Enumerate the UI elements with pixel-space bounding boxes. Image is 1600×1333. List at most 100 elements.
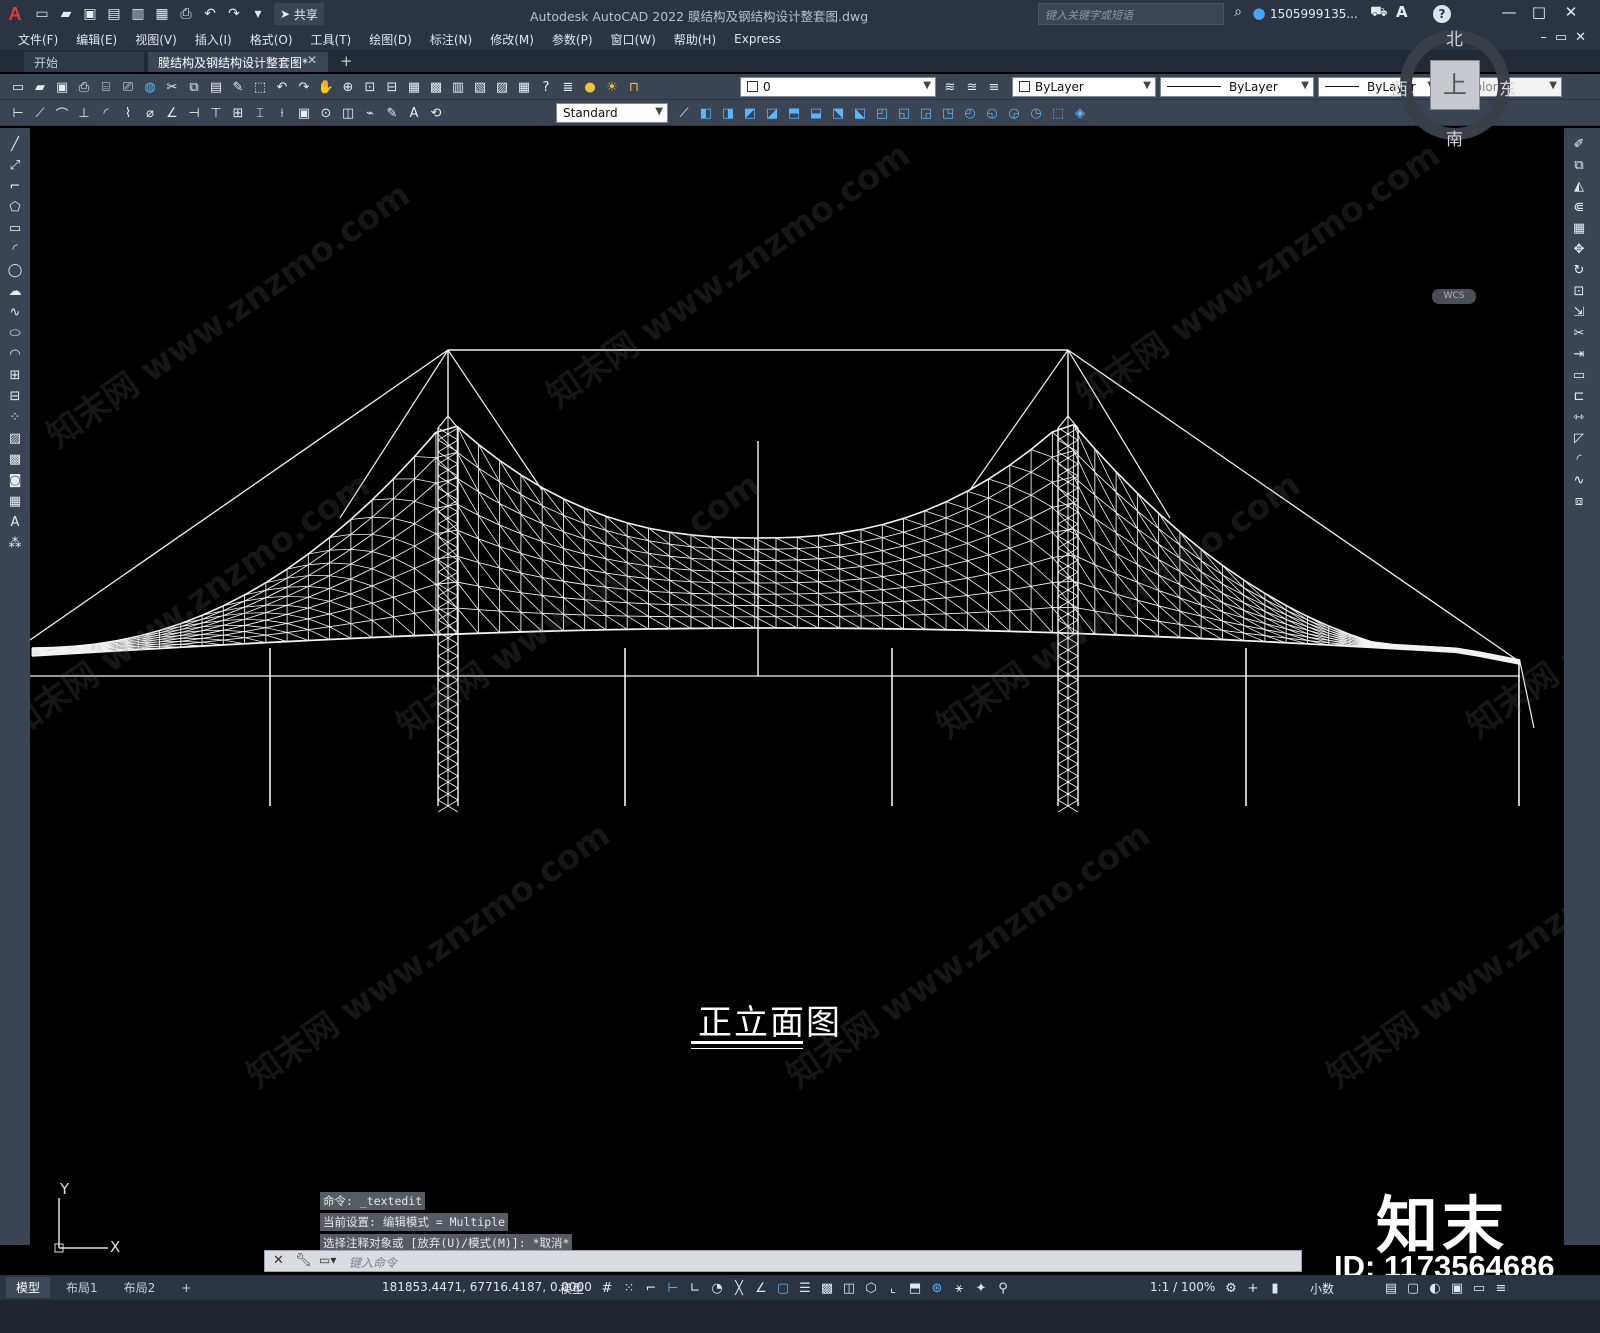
save-icon[interactable]: ▣ — [79, 3, 101, 25]
maximize-button[interactable]: □ — [1526, 3, 1552, 25]
layer-dropdown[interactable]: 0 ▼ — [740, 77, 936, 97]
center-mark-icon[interactable]: ⊙ — [316, 104, 336, 122]
match-properties-icon[interactable]: ✎ — [228, 78, 248, 96]
ortho-icon[interactable]: ∟ — [684, 1278, 706, 1298]
share-button[interactable]: ➤ 共享 — [274, 3, 324, 25]
layer-on-icon[interactable]: ● — [580, 78, 600, 96]
3d-object-snap-icon[interactable]: ⬡ — [860, 1278, 882, 1298]
tab-drawing-file[interactable]: 膜结构及钢结构设计整套图* — [148, 52, 328, 72]
isometric-icon[interactable]: ╳ — [728, 1278, 750, 1298]
selection-filter-icon[interactable]: ⬒ — [904, 1278, 926, 1298]
construction-line-icon[interactable]: ⤢ — [4, 155, 26, 176]
search-input[interactable]: 键入关键字或短语 — [1038, 3, 1224, 25]
linear-dimension-icon[interactable]: ⊢ — [8, 104, 28, 122]
stretch-icon[interactable]: ⇲ — [1568, 302, 1590, 323]
extrude-faces-icon[interactable]: ◪ — [762, 104, 782, 122]
make-block-icon[interactable]: ⊟ — [4, 386, 26, 407]
layer-lock-icon[interactable]: ⊓ — [624, 78, 644, 96]
menu-help[interactable]: 帮助(H) — [674, 31, 716, 48]
customization-icon[interactable]: ≡ — [1490, 1278, 1512, 1298]
clean-screen-icon[interactable]: ▭ — [1468, 1278, 1490, 1298]
new-file-icon[interactable]: ▭ — [31, 3, 53, 25]
close-button[interactable]: ✕ — [1558, 3, 1584, 25]
web-mobile-open-icon[interactable]: ▥ — [127, 3, 149, 25]
sheet-set-icon[interactable]: ▧ — [470, 78, 490, 96]
delete-faces-icon[interactable]: ⬔ — [828, 104, 848, 122]
save-as-icon[interactable]: ▤ — [103, 3, 125, 25]
dimension-space-icon[interactable]: ⌶ — [250, 104, 270, 122]
polyline-icon[interactable]: ⌐ — [4, 176, 26, 197]
extract-edges-icon[interactable]: ⬚ — [1048, 104, 1068, 122]
arc-length-icon[interactable]: ⌒ — [52, 104, 72, 123]
grid-icon[interactable]: # — [596, 1278, 618, 1298]
tab-layout1[interactable]: 布局1 — [56, 1277, 108, 1298]
taper-faces-icon[interactable]: ◰ — [872, 104, 892, 122]
drawing-canvas[interactable]: 知末网 www.znzmo.com 知末网 www.znzmo.com 知末网 … — [30, 128, 1564, 1275]
subtract-icon[interactable]: ◨ — [718, 104, 738, 122]
layer-freeze-icon[interactable]: ☀ — [602, 78, 622, 96]
ellipse-icon[interactable]: ⬭ — [4, 323, 26, 344]
dimension-style-icon[interactable]: ⟋ — [674, 104, 694, 122]
layer-properties-icon[interactable]: ≣ — [558, 78, 578, 96]
menu-insert[interactable]: 插入(I) — [195, 31, 232, 48]
isolate-objects-icon[interactable]: ◐ — [1424, 1278, 1446, 1298]
new-tab-button[interactable]: + — [340, 52, 353, 70]
rectangle-icon[interactable]: ▭ — [4, 218, 26, 239]
document-window-controls[interactable]: –▭✕ — [1540, 30, 1594, 45]
wrench-icon[interactable]: 🔧︎ — [295, 1253, 312, 1268]
polygon-icon[interactable]: ⬠ — [4, 197, 26, 218]
rotate-icon[interactable]: ↻ — [1568, 260, 1590, 281]
drawing-title-text[interactable]: 正立面图 — [698, 995, 842, 1044]
union-icon[interactable]: ◧ — [696, 104, 716, 122]
web-mobile-save-icon[interactable]: ▦ — [151, 3, 173, 25]
menu-draw[interactable]: 绘图(D) — [369, 31, 412, 48]
markup-icon[interactable]: ▨ — [492, 78, 512, 96]
dimension-style-dropdown[interactable]: Standard ▼ — [556, 103, 668, 123]
search-icon[interactable]: ⌕ — [1228, 4, 1248, 24]
model-space-button[interactable]: 模型 — [560, 1280, 584, 1297]
units-icon[interactable]: ▮ — [1264, 1278, 1286, 1298]
menu-view[interactable]: 视图(V) — [135, 31, 177, 48]
calculator-icon[interactable]: ▦ — [514, 78, 534, 96]
copy-object-icon[interactable]: ⧉ — [1568, 155, 1590, 176]
block-editor-icon[interactable]: ⬚ — [250, 78, 270, 96]
redo-icon[interactable]: ↷ — [223, 3, 245, 25]
dimension-update-icon[interactable]: ⟲ — [426, 104, 446, 122]
tool-palettes-icon[interactable]: ▥ — [448, 78, 468, 96]
autocad-logo-icon[interactable]: A — [0, 0, 30, 28]
polar-tracking-icon[interactable]: ◔ — [706, 1278, 728, 1298]
publish-icon[interactable]: ⎚ — [118, 78, 138, 96]
break-at-point-icon[interactable]: ▭ — [1568, 365, 1590, 386]
insert-block-icon[interactable]: ⊞ — [4, 365, 26, 386]
undo-icon[interactable]: ↶ — [199, 3, 221, 25]
offset-icon[interactable]: ⋐ — [1568, 197, 1590, 218]
tab-start[interactable]: 开始 — [24, 52, 144, 72]
object-snap-tracking-icon[interactable]: ∠ — [750, 1278, 772, 1298]
units-value[interactable]: 小数 — [1310, 1280, 1334, 1297]
layer-previous-icon[interactable]: ≊ — [962, 78, 982, 96]
spline-icon[interactable]: ∿ — [4, 302, 26, 323]
cut-icon[interactable]: ✂ — [162, 78, 182, 96]
new-icon[interactable]: ▭ — [8, 78, 28, 96]
quick-dimension-icon[interactable]: ⊣ — [184, 104, 204, 122]
autodesk-a360-icon[interactable]: A — [1396, 3, 1408, 21]
copy-faces-icon[interactable]: ◱ — [894, 104, 914, 122]
circle-icon[interactable]: ◯ — [4, 260, 26, 281]
3d-print-icon[interactable]: ◍ — [140, 78, 160, 96]
dimension-edit-icon[interactable]: ✎ — [382, 104, 402, 122]
radius-icon[interactable]: ◜ — [96, 104, 116, 122]
scale-icon[interactable]: ⊡ — [1568, 281, 1590, 302]
explode-icon[interactable]: ⧈ — [1568, 491, 1590, 512]
viewcube-top-face[interactable]: 上 — [1430, 60, 1480, 110]
redo-icon[interactable]: ↷ — [294, 78, 314, 96]
tolerance-icon[interactable]: ▣ — [294, 104, 314, 122]
command-input[interactable]: 键入命令 — [349, 1254, 397, 1271]
menu-file[interactable]: 文件(F) — [18, 31, 58, 48]
annotation-scale-value[interactable]: 1:1 / 100% — [1150, 1280, 1215, 1294]
chamfer-icon[interactable]: ◸ — [1568, 428, 1590, 449]
move-icon[interactable]: ✥ — [1568, 239, 1590, 260]
command-line[interactable]: ✕ 🔧︎ ▭▾ 键入命令 — [264, 1250, 1302, 1272]
menu-edit[interactable]: 编辑(E) — [76, 31, 117, 48]
infer-constraints-icon[interactable]: ⌐ — [640, 1278, 662, 1298]
annotation-monitor-icon[interactable]: + — [1242, 1278, 1264, 1298]
